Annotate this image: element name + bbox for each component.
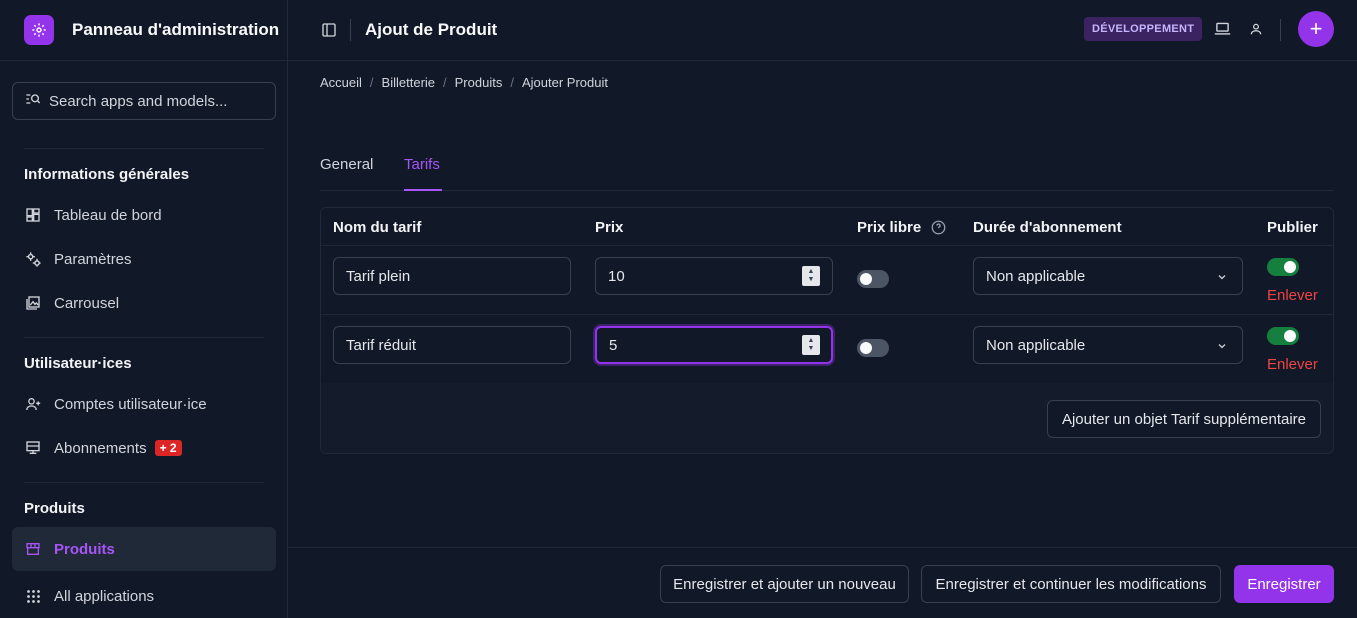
active-tab-indicator	[404, 189, 442, 191]
sidebar-item-carousel[interactable]: Carrousel	[12, 283, 276, 323]
subscription-icon	[24, 439, 42, 457]
breadcrumb-item-current: Ajouter Produit	[521, 75, 608, 90]
column-header-price: Prix	[595, 219, 624, 236]
number-stepper[interactable]: ▲ ▼	[802, 335, 820, 355]
sidebar-item-label: Abonnements	[54, 439, 147, 457]
sidebar-item-products[interactable]: Produits	[12, 527, 276, 571]
toggle-knob	[860, 342, 872, 354]
toggle-knob	[1284, 330, 1296, 342]
save-and-continue-button[interactable]: Enregistrer et continuer les modificatio…	[921, 565, 1221, 603]
environment-badge: DÉVELOPPEMENT	[1084, 17, 1203, 41]
breadcrumb-item[interactable]: Accueil	[320, 75, 362, 90]
column-header-publish: Publier	[1267, 219, 1318, 236]
column-header-free-price: Prix libre	[857, 219, 946, 236]
laptop-icon[interactable]	[1213, 20, 1231, 38]
breadcrumb-item[interactable]: Produits	[455, 75, 503, 90]
remove-link[interactable]: Enlever	[1267, 287, 1318, 304]
search-input[interactable]	[49, 92, 259, 110]
duration-select[interactable]: Non applicable	[973, 326, 1243, 364]
toggle-knob	[1284, 261, 1296, 273]
sidebar-toggle-icon[interactable]	[320, 21, 338, 39]
chevron-down-icon	[1216, 339, 1228, 356]
divider	[24, 337, 264, 338]
tarif-price-value: 5	[609, 336, 618, 354]
notification-badge: + 2	[154, 440, 182, 456]
row-divider	[321, 314, 1333, 315]
settings-icon	[24, 250, 42, 268]
breadcrumb-separator: /	[443, 75, 447, 90]
save-button[interactable]: Enregistrer	[1234, 565, 1334, 603]
user-plus-icon	[24, 395, 42, 413]
add-button[interactable]: +	[1298, 11, 1334, 47]
column-header-name: Nom du tarif	[333, 219, 422, 236]
sidebar-item-settings[interactable]: Paramètres	[12, 239, 276, 279]
sidebar-item-label: Paramètres	[54, 250, 132, 268]
user-icon[interactable]	[1247, 20, 1265, 38]
gear-icon[interactable]	[24, 15, 54, 45]
sidebar-item-dashboard[interactable]: Tableau de bord	[12, 195, 276, 235]
sidebar-item-label: Produits	[54, 540, 115, 558]
chevron-down-icon	[1216, 270, 1228, 287]
breadcrumb-separator: /	[369, 75, 374, 90]
tarif-price-input[interactable]: 5 ▲ ▼	[595, 326, 833, 364]
tab-tarifs[interactable]: Tarifs	[404, 156, 440, 173]
breadcrumb-item[interactable]: Billetterie	[382, 75, 435, 90]
tarif-price-input[interactable]: 10 ▲ ▼	[595, 257, 833, 295]
breadcrumb-separator: /	[510, 75, 514, 90]
search-icon	[25, 92, 41, 110]
number-stepper[interactable]: ▲ ▼	[802, 266, 820, 286]
tarif-name-input[interactable]: Tarif réduit	[333, 326, 571, 364]
free-price-toggle[interactable]	[857, 270, 889, 288]
toggle-knob	[860, 273, 872, 285]
column-header-free-price-label: Prix libre	[857, 219, 922, 236]
dashboard-icon	[24, 206, 42, 224]
add-row-area: Ajouter un objet Tarif supplémentaire	[321, 383, 1333, 453]
free-price-toggle[interactable]	[857, 339, 889, 357]
sidebar-item-all-applications[interactable]: All applications	[12, 576, 276, 616]
publish-toggle[interactable]	[1267, 258, 1299, 276]
sidebar: Panneau d'administration Informations gé…	[0, 0, 288, 618]
sidebar-item-label: All applications	[54, 587, 155, 605]
apps-grid-icon	[24, 587, 42, 605]
row-divider	[321, 245, 1333, 246]
column-header-duration: Durée d'abonnement	[973, 219, 1122, 236]
tarif-price-value: 10	[608, 267, 625, 285]
section-title-general: Informations générales	[24, 166, 190, 183]
storefront-icon	[24, 540, 42, 558]
section-title-products: Produits	[24, 500, 85, 517]
help-icon[interactable]	[931, 220, 946, 235]
publish-toggle[interactable]	[1267, 327, 1299, 345]
duration-select[interactable]: Non applicable	[973, 257, 1243, 295]
breadcrumb: Accueil / Billetterie / Produits / Ajout…	[320, 75, 608, 90]
sidebar-item-label: Carrousel	[54, 294, 120, 312]
sidebar-item-label: Tableau de bord	[54, 206, 162, 224]
sidebar-item-subscriptions[interactable]: Abonnements + 2	[12, 428, 276, 468]
top-header: Ajout de Produit DÉVELOPPEMENT +	[288, 0, 1357, 61]
brand: Panneau d'administration	[0, 0, 287, 61]
tarifs-table: Nom du tarif Prix Prix libre Durée d'abo…	[320, 207, 1334, 454]
sidebar-item-user-accounts[interactable]: Comptes utilisateur·ice	[12, 384, 276, 424]
tab-bar: General Tarifs	[320, 140, 1334, 191]
header-divider	[350, 19, 351, 41]
search-box[interactable]	[12, 82, 276, 120]
header-divider	[1280, 19, 1281, 41]
duration-select-value: Non applicable	[986, 267, 1086, 285]
brand-title: Panneau d'administration	[72, 20, 280, 39]
divider	[24, 148, 264, 149]
tab-general[interactable]: General	[320, 156, 373, 173]
divider	[24, 482, 264, 483]
carousel-icon	[24, 294, 42, 312]
remove-link[interactable]: Enlever	[1267, 356, 1318, 373]
duration-select-value: Non applicable	[986, 336, 1086, 354]
save-and-add-button[interactable]: Enregistrer et ajouter un nouveau	[660, 565, 909, 603]
sidebar-item-label: Comptes utilisateur·ice	[54, 395, 207, 413]
tarif-name-input[interactable]: Tarif plein	[333, 257, 571, 295]
form-footer: Enregistrer et ajouter un nouveau Enregi…	[288, 547, 1357, 618]
page-title: Ajout de Produit	[365, 20, 498, 39]
add-tarif-button[interactable]: Ajouter un objet Tarif supplémentaire	[1047, 400, 1321, 438]
section-title-users: Utilisateur·ices	[24, 355, 132, 372]
